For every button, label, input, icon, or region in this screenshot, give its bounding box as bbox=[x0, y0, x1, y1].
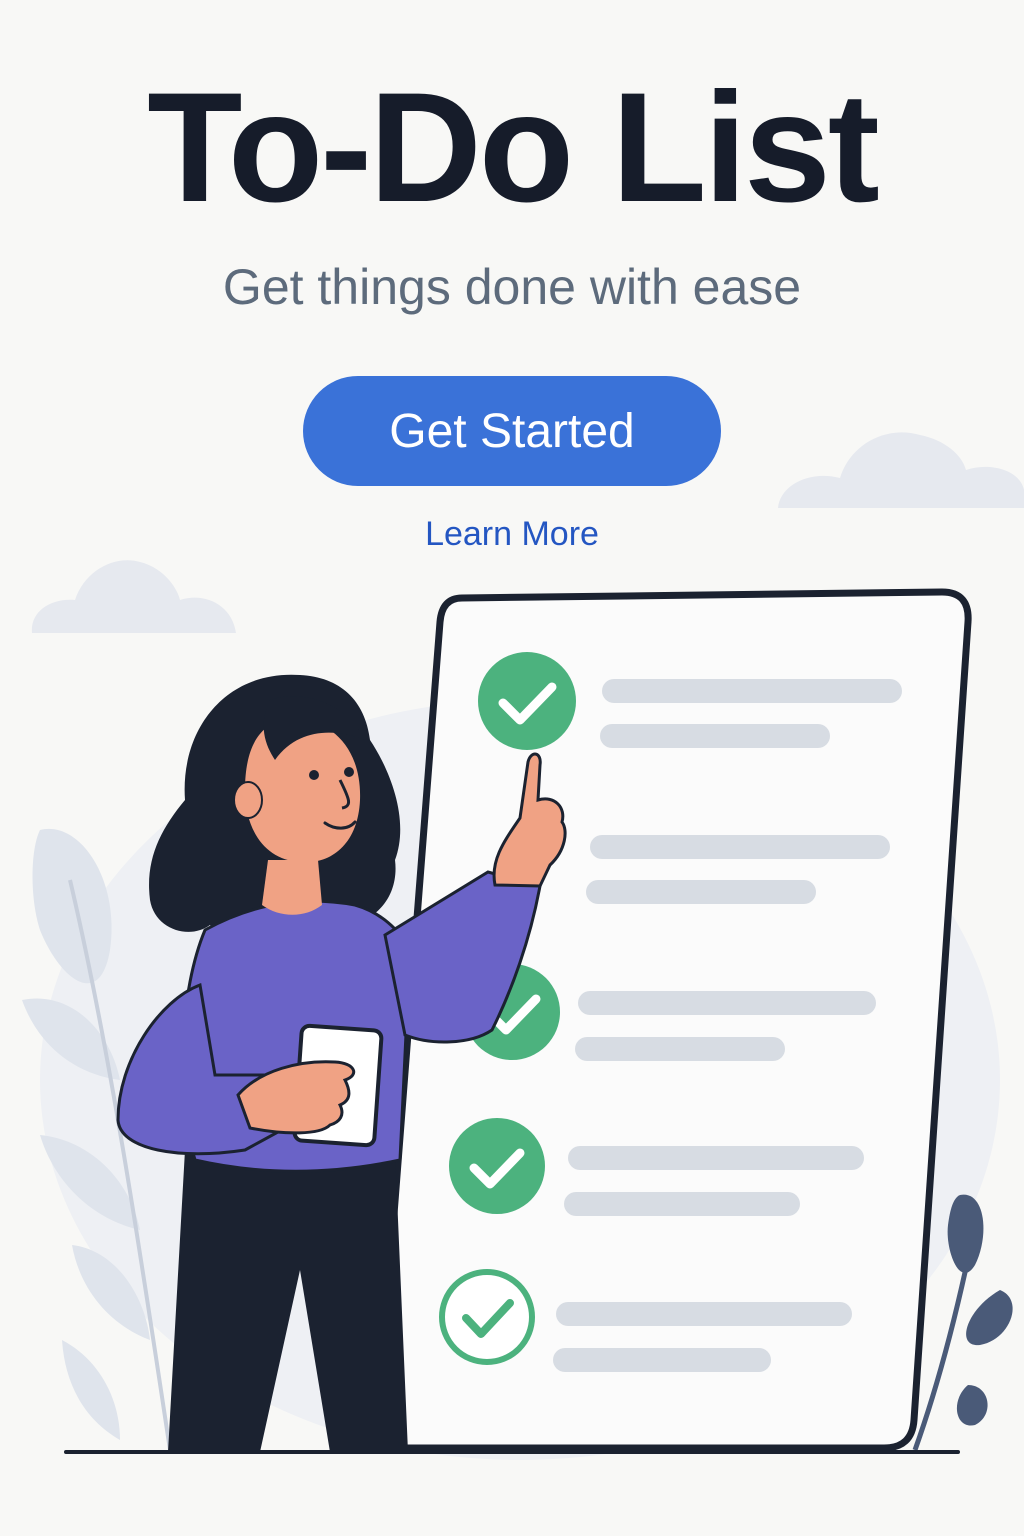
page-title: To-Do List bbox=[147, 61, 880, 235]
check-done-icon bbox=[478, 652, 576, 750]
cloud-right bbox=[778, 432, 1024, 508]
check-outline-icon bbox=[439, 1269, 535, 1365]
cloud-left bbox=[31, 560, 236, 633]
learn-more-link[interactable]: Learn More bbox=[0, 517, 1024, 551]
get-started-button[interactable]: Get Started bbox=[303, 376, 721, 486]
page-subtitle: Get things done with ease bbox=[222, 259, 802, 315]
check-done-icon bbox=[449, 1118, 545, 1214]
